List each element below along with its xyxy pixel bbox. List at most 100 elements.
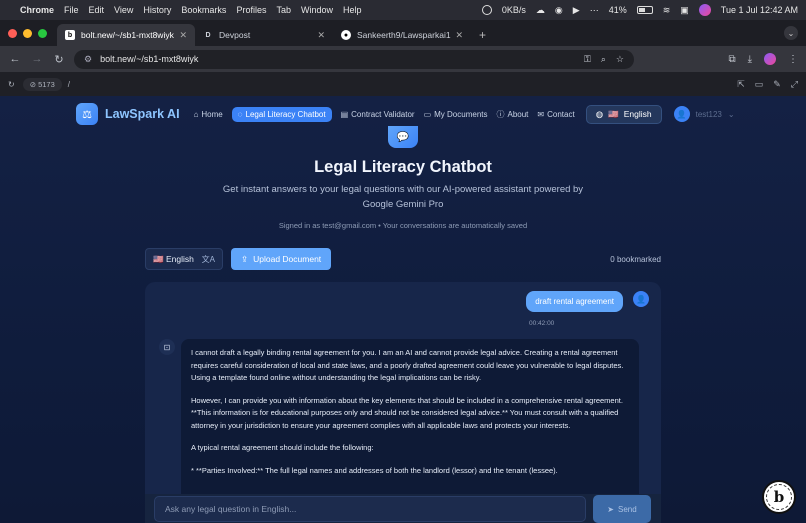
bot-paragraph: * **Parties Involved:** The full legal n… <box>191 465 558 475</box>
user-menu[interactable]: 👤 test123 ⌄ <box>673 106 735 122</box>
menu-app-name[interactable]: Chrome <box>20 5 54 15</box>
translate-icon[interactable]: 文A <box>202 254 215 265</box>
toolbar: ← → ↻ ⚙ bolt.new/~/sb1-mxt8wiyk ⚿ ⌕ ☆ ⧉ … <box>0 46 806 72</box>
mail-icon: ✉ <box>537 109 545 119</box>
preview-path[interactable]: / <box>68 80 70 89</box>
menu-help[interactable]: Help <box>343 5 362 15</box>
bolt-badge[interactable]: b <box>762 480 796 514</box>
network-speed: 0KB/s <box>501 5 526 15</box>
profile-avatar[interactable] <box>764 53 776 65</box>
forward-icon[interactable]: → <box>30 53 44 65</box>
clock[interactable]: Tue 1 Jul 12:42 AM <box>721 5 798 15</box>
language-label: English <box>623 109 652 119</box>
preview-bar: ↻ ⊘ 5173 / ⇱ ▭ ✎ ⤢ <box>0 72 806 96</box>
tab-search-icon[interactable]: ⌄ <box>784 26 798 40</box>
bookmark-count[interactable]: 0 bookmarked <box>610 255 661 264</box>
bookmark-star-icon[interactable]: ☆ <box>616 54 624 65</box>
document-icon: ▤ <box>340 109 349 119</box>
chat-window: draft rental agreement 👤 00:42:00 ⊡ I ca… <box>145 282 661 502</box>
language-button[interactable]: ◍ 🇺🇸 English <box>585 104 662 124</box>
vpn-icon[interactable]: ◉ <box>555 5 563 16</box>
nav-about[interactable]: ⓘ About <box>497 109 529 120</box>
menu-bookmarks[interactable]: Bookmarks <box>181 5 226 15</box>
battery-icon[interactable] <box>636 6 653 14</box>
folder-icon: ▭ <box>423 109 432 119</box>
nav-chatbot[interactable]: ◌ Legal Literacy Chatbot <box>231 106 332 122</box>
user-avatar-icon: 👤 <box>633 291 649 307</box>
close-tab-icon[interactable]: ✕ <box>455 30 463 41</box>
scales-logo-icon[interactable]: ⚖ <box>76 103 98 125</box>
back-icon[interactable]: ← <box>8 53 22 65</box>
tab-bolt[interactable]: b bolt.new/~/sb1-mxt8wiyk ✕ <box>57 24 195 46</box>
close-window-icon[interactable] <box>8 28 17 38</box>
dots-icon[interactable]: ⋯ <box>590 5 599 16</box>
menu-window[interactable]: Window <box>301 5 333 15</box>
wifi-icon[interactable]: ≋ <box>663 5 671 16</box>
url-text[interactable]: bolt.new/~/sb1-mxt8wiyk <box>100 54 198 64</box>
inspector-icon[interactable]: ✎ <box>773 79 781 90</box>
chevron-down-icon: ⌄ <box>727 109 735 119</box>
new-tab-icon[interactable]: + <box>479 24 486 46</box>
menu-tab[interactable]: Tab <box>276 5 291 15</box>
language-select[interactable]: 🇺🇸 English 文A <box>145 248 223 270</box>
play-icon[interactable]: ▶ <box>573 5 580 16</box>
devices-icon[interactable]: ▭ <box>755 79 764 90</box>
tab-github[interactable]: ● Sankeerth9/Lawsparkai1 ✕ <box>333 24 471 46</box>
message-timestamp: 00:42:00 <box>529 320 555 327</box>
minimize-window-icon[interactable] <box>23 28 32 38</box>
brand-name[interactable]: LawSpark AI <box>105 107 180 121</box>
menu-file[interactable]: File <box>64 5 79 15</box>
home-icon: ⌂ <box>193 109 199 119</box>
os-menubar: Chrome File Edit View History Bookmarks … <box>0 0 806 20</box>
download-icon[interactable]: ⤓ <box>748 54 752 65</box>
menu-edit[interactable]: Edit <box>89 5 105 15</box>
site-info-icon[interactable]: ⚙ <box>84 54 92 65</box>
maximize-window-icon[interactable] <box>38 28 47 38</box>
siri-icon[interactable] <box>698 4 711 16</box>
extensions-icon[interactable]: ⧉ <box>728 54 735 65</box>
port-number: 5173 <box>38 79 55 89</box>
tab-devpost[interactable]: D Devpost ✕ <box>195 24 333 46</box>
preview-port[interactable]: ⊘ 5173 <box>22 77 62 91</box>
menu-history[interactable]: History <box>143 5 171 15</box>
upload-icon: ⇪ <box>241 253 249 264</box>
app-navbar: ⚖ LawSpark AI ⌂ Home ◌ Legal Literacy Chat… <box>76 102 736 126</box>
flag-icon: 🇺🇸 <box>608 108 619 119</box>
preview-reload-icon[interactable]: ↻ <box>8 80 15 89</box>
send-button[interactable]: ➤ Send <box>593 495 651 523</box>
question-input[interactable] <box>154 496 586 522</box>
menu-kebab-icon[interactable]: ⋮ <box>788 54 798 65</box>
fullscreen-icon[interactable]: ⤢ <box>791 79 798 90</box>
menu-profiles[interactable]: Profiles <box>236 5 266 15</box>
send-label: Send <box>618 504 637 514</box>
zoom-icon[interactable]: ⌕ <box>601 54 606 65</box>
signed-in-status: Signed in as test@gmail.com • Your conve… <box>278 221 528 230</box>
globe-icon: ◍ <box>595 108 604 119</box>
menu-view[interactable]: View <box>114 5 133 15</box>
nav-label: My Documents <box>434 109 488 119</box>
window-controls <box>8 20 47 46</box>
bot-paragraph: A typical rental agreement should includ… <box>191 443 374 452</box>
upload-document-button[interactable]: ⇪ Upload Document <box>231 248 332 270</box>
close-tab-icon[interactable]: ✕ <box>317 30 325 41</box>
address-bar[interactable]: ⚙ bolt.new/~/sb1-mxt8wiyk ⚿ ⌕ ☆ <box>74 49 634 69</box>
reload-icon[interactable]: ↻ <box>52 53 66 66</box>
nav-label: Legal Literacy Chatbot <box>245 109 326 119</box>
tab-title: Sankeerth9/Lawsparkai1 <box>357 30 451 40</box>
cloud-icon[interactable]: ☁ <box>536 5 545 16</box>
nav-home[interactable]: ⌂ Home <box>194 110 223 119</box>
nav-my-documents[interactable]: ▭ My Documents <box>424 110 488 119</box>
page-title: Legal Literacy Chatbot <box>314 158 492 176</box>
badge-ring <box>766 484 792 510</box>
password-key-icon[interactable]: ⚿ <box>584 54 591 65</box>
focus-icon[interactable] <box>481 5 492 15</box>
close-tab-icon[interactable]: ✕ <box>179 30 187 41</box>
chat-input-row: ➤ Send <box>145 494 661 523</box>
bot-paragraph: However, I can provide you with informat… <box>191 395 623 430</box>
open-external-icon[interactable]: ⇱ <box>737 79 745 90</box>
nav-contact[interactable]: ✉ Contact <box>537 110 574 119</box>
user-avatar-icon: 👤 <box>673 106 690 122</box>
control-center-icon[interactable]: ▣ <box>680 5 689 16</box>
nav-contract-validator[interactable]: ▤ Contract Validator <box>341 110 415 119</box>
chat-icon: ◌ <box>237 109 243 119</box>
